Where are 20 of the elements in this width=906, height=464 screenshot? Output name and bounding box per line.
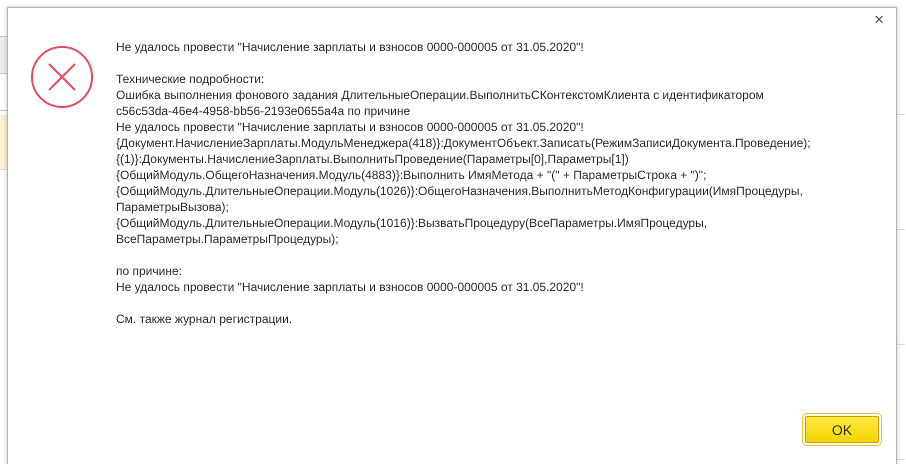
selected-row [0,115,7,170]
error-icon [30,45,94,109]
message-text: Не удалось провести "Начисление зарплаты и взносов 0000-000005 от 31.05.2020"! [116,279,585,295]
message-text: {Документ.НачислениеЗарплаты.МодульМенеджера(418)}:ДокументОбъект.Записать(РежимЗаписиДокумента.Проведение); [116,135,811,151]
message-text: {ОбщийМодуль.ОбщегоНазначения.Модуль(4883)}:Выполнить ИмяМетода + "(" + ПараметрыСтрока + ")"; [116,167,708,183]
message-text: {ОбщийМодуль.ДлительныеОперации.Модуль(1016)}:ВызватьПроцедуру(ВсеПараметры.ИмяПроцедуры, [116,215,708,231]
message-text: См. также журнал регистрации. [116,311,294,327]
message-text: Не удалось провести "Начисление зарплаты и взносов 0000-000005 от 31.05.2020"! [116,39,585,55]
message-text: {(1)}:Документы.НачислениеЗарплаты.ВыполнитьПроведение(Параметры[0],Параметры[1]) [116,151,630,167]
message-text: c56c53da-46e4-4958-bb56-2193e0655a4a по причине [116,103,412,119]
close-button[interactable]: × [870,10,888,30]
message-text: по причине: [116,263,183,279]
message-text: Ошибка выполнения фонового задания ДлительныеОперации.ВыполнитьСКонтекстомКлиента с идентификатором [116,87,765,103]
message-text: ВсеПараметры.ПараметрыПроцедуры); [116,231,340,247]
message-text: {ОбщийМодуль.ДлительныеОперации.Модуль(1026)}:ОбщегоНазначения.ВыполнитьМетодКонфигурации(ИмяПроцедуры, [116,183,804,199]
message-text: ПараметрыВызова); [116,199,230,215]
toolbar-background [0,37,7,74]
message-text: Технические подробности: [116,71,266,87]
message-text: Не удалось провести "Начисление зарплаты и взносов 0000-000005 от 31.05.2020"! [116,119,585,135]
ok-button[interactable]: OK [805,416,879,443]
